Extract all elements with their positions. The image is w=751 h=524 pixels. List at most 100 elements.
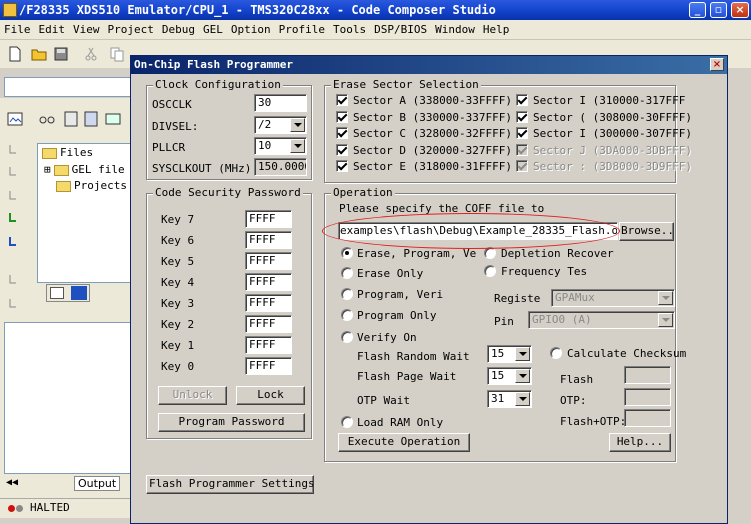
help-button[interactable]: Help...	[609, 433, 671, 452]
key4-input[interactable]: FFFF	[245, 273, 292, 291]
chevron-down-icon[interactable]	[290, 139, 305, 153]
flash-programmer-dialog: On-Chip Flash Programmer × Clock Configu…	[130, 55, 728, 524]
dialog-titlebar[interactable]: On-Chip Flash Programmer	[131, 56, 727, 74]
dialog-close-button[interactable]: ×	[710, 58, 724, 71]
sector-b-checkbox[interactable]	[336, 111, 348, 123]
chevron-down-icon[interactable]	[515, 392, 530, 406]
flash-settings-button[interactable]: Flash Programmer Settings...	[146, 475, 314, 494]
animate-icon[interactable]	[6, 296, 22, 312]
pllcr-select[interactable]: 10	[254, 137, 307, 155]
menu-project[interactable]: Project	[104, 20, 158, 40]
restore-button[interactable]: ▫	[710, 2, 727, 18]
key5-input[interactable]: FFFF	[245, 252, 292, 270]
project-tree[interactable]: Files ⊞ GEL file Projects	[37, 143, 132, 283]
key6-input[interactable]: FFFF	[245, 231, 292, 249]
sector-g-checkbox[interactable]	[516, 111, 528, 123]
sysclk-value: 150.0000	[254, 158, 307, 176]
browse-button[interactable]: Browse...	[619, 222, 674, 241]
sector-e-checkbox[interactable]	[336, 160, 348, 172]
key3-label: Key 3	[161, 297, 195, 310]
new-file-icon[interactable]	[6, 45, 24, 63]
cut-icon[interactable]	[82, 45, 100, 63]
operation-legend: Operation	[331, 186, 395, 199]
folder-icon	[56, 180, 71, 192]
key1-input[interactable]: FFFF	[245, 336, 292, 354]
key0-input[interactable]: FFFF	[245, 357, 292, 375]
chevron-down-icon[interactable]	[515, 369, 530, 383]
lock-button[interactable]: Lock	[236, 386, 305, 405]
calculate-checksum-radio[interactable]	[550, 347, 562, 359]
main-titlebar[interactable]: /F28335 XDS510 Emulator/CPU_1 - TMS320C2…	[0, 0, 751, 20]
tree-item-projects[interactable]: Projects	[56, 179, 127, 192]
verify-only-radio[interactable]	[341, 331, 353, 343]
chevron-down-icon[interactable]	[290, 118, 305, 132]
calculator-icon[interactable]	[82, 110, 100, 128]
erase-only-radio[interactable]	[341, 267, 353, 279]
execute-operation-button[interactable]: Execute Operation	[338, 433, 470, 452]
sector-h-checkbox[interactable]	[516, 127, 528, 139]
project-config-combo[interactable]	[4, 77, 132, 97]
scroll-left-icon[interactable]: ◀◀	[6, 477, 18, 488]
osc-input[interactable]: 30	[254, 94, 307, 112]
otp-checksum-value	[624, 388, 671, 406]
tree-item-files[interactable]: Files	[42, 146, 93, 159]
random-wait-select[interactable]: 15	[487, 345, 532, 363]
minimize-button[interactable]: _	[689, 2, 706, 18]
tab-output[interactable]: Output	[74, 476, 121, 491]
menu-dspbios[interactable]: DSP/BIOS	[370, 20, 431, 40]
menu-gel[interactable]: GEL	[199, 20, 227, 40]
sector-d-checkbox[interactable]	[336, 144, 348, 156]
menu-window[interactable]: Window	[431, 20, 479, 40]
menu-tools[interactable]: Tools	[329, 20, 370, 40]
program-only-radio[interactable]	[341, 309, 353, 321]
view-icon[interactable]	[6, 110, 24, 128]
menu-file[interactable]: File	[0, 20, 35, 40]
unlock-button[interactable]: Unlock	[158, 386, 227, 405]
save-icon[interactable]	[52, 45, 70, 63]
run-icon[interactable]	[6, 234, 22, 250]
menu-help[interactable]: Help	[479, 20, 514, 40]
load-ram-radio[interactable]	[341, 416, 353, 428]
menu-profile[interactable]: Profile	[275, 20, 329, 40]
page-wait-select[interactable]: 15	[487, 367, 532, 385]
menu-option[interactable]: Option	[227, 20, 275, 40]
editor-pane[interactable]	[4, 322, 132, 474]
menu-view[interactable]: View	[69, 20, 104, 40]
menu-edit[interactable]: Edit	[35, 20, 70, 40]
sector-c-checkbox[interactable]	[336, 127, 348, 139]
step-over-icon[interactable]	[6, 164, 22, 180]
sector-a-checkbox[interactable]	[336, 94, 348, 106]
menu-debug[interactable]: Debug	[158, 20, 199, 40]
halt-icon[interactable]	[6, 272, 22, 288]
sector-f-checkbox[interactable]	[516, 94, 528, 106]
load-ram-label: Load RAM Only	[357, 416, 444, 429]
program-verify-radio[interactable]	[341, 288, 353, 300]
key3-input[interactable]: FFFF	[245, 294, 292, 312]
otp-wait-select[interactable]: 31	[487, 390, 532, 408]
frequency-test-radio[interactable]	[484, 265, 496, 277]
step-into-icon[interactable]	[6, 142, 22, 158]
run-to-cursor-icon[interactable]	[6, 210, 22, 226]
depletion-recover-radio[interactable]	[484, 247, 496, 259]
flash-otp-checksum-value	[624, 409, 671, 427]
open-folder-icon[interactable]	[30, 45, 48, 63]
bookmark-tab-icon[interactable]	[71, 286, 87, 300]
flash-checksum-value	[624, 366, 671, 384]
chevron-down-icon[interactable]	[515, 347, 530, 361]
copy-icon[interactable]	[108, 45, 126, 63]
memory-icon[interactable]	[104, 110, 122, 128]
registers-icon[interactable]	[62, 110, 80, 128]
erase-program-verify-radio[interactable]	[341, 247, 353, 259]
pin-select: GPIO0 (A)	[528, 311, 675, 329]
close-button[interactable]: ×	[731, 2, 749, 18]
coff-path-input[interactable]: examples\flash\Debug\Example_28335_Flash…	[338, 222, 618, 240]
program-password-button[interactable]: Program Password	[158, 413, 305, 432]
watch-icon[interactable]	[38, 110, 56, 128]
calculate-checksum-label: Calculate Checksum	[567, 347, 687, 360]
key7-input[interactable]: FFFF	[245, 210, 292, 228]
divsel-select[interactable]: /2	[254, 116, 307, 134]
key2-input[interactable]: FFFF	[245, 315, 292, 333]
file-view-tab-icon[interactable]	[50, 287, 64, 299]
tree-item-gel-files[interactable]: ⊞ GEL file	[44, 163, 125, 176]
step-out-icon[interactable]	[6, 188, 22, 204]
